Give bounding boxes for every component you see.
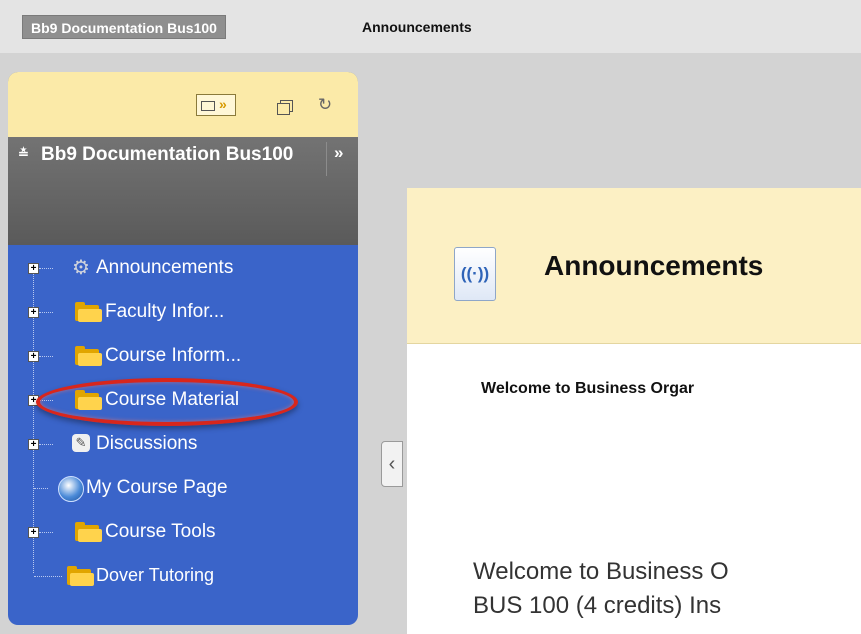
content-header: ((·)) Announcements	[407, 188, 861, 344]
tree-branch	[39, 356, 53, 357]
expand-node-icon[interactable]: +	[28, 395, 39, 406]
globe-icon	[58, 476, 88, 502]
menu-item-course-tools[interactable]: + Course Tools	[8, 511, 358, 555]
page-title: Announcements	[544, 250, 764, 281]
refresh-button[interactable]: ↻	[314, 94, 336, 116]
tree-branch	[39, 268, 53, 269]
menu-item-label: Discussions	[96, 433, 198, 454]
tree-branch	[39, 532, 53, 533]
menu-item-course-material[interactable]: + Course Material	[8, 379, 358, 423]
folder-icon	[72, 346, 102, 366]
folder-icon	[64, 566, 94, 586]
announcements-gear-icon: ⚙	[72, 257, 90, 279]
menu-item-faculty-information[interactable]: + Faculty Infor...	[8, 291, 358, 335]
menu-item-label: Dover Tutoring	[96, 565, 215, 585]
tree-branch	[39, 400, 53, 401]
open-in-window-button[interactable]	[276, 94, 298, 116]
breadcrumb-bar: Bb9 Documentation Bus100 Announcements	[0, 0, 861, 53]
expand-node-icon[interactable]: +	[28, 527, 39, 538]
chevron-left-icon: ‹	[388, 453, 396, 475]
menu-item-dover-tutoring[interactable]: Dover Tutoring	[8, 555, 358, 599]
course-menu: » ↻ ≛ Bb9 Documentation Bus100 » + ⚙ Ann…	[8, 72, 358, 625]
folder-view-icon	[201, 101, 215, 111]
new-window-icon-front	[277, 103, 290, 115]
course-title[interactable]: Bb9 Documentation Bus100	[41, 143, 301, 166]
folder-icon	[72, 302, 102, 322]
menu-item-label: Course Material	[105, 389, 240, 410]
menu-item-my-course-page[interactable]: My Course Page	[8, 467, 358, 511]
expand-node-icon[interactable]: +	[28, 439, 39, 450]
menu-item-label: Course Tools	[105, 521, 216, 542]
menu-item-course-information[interactable]: + Course Inform...	[8, 335, 358, 379]
content-area: ((·)) Announcements Welcome to Business …	[407, 188, 861, 634]
course-menu-toolbar: » ↻	[8, 72, 358, 137]
menu-item-announcements[interactable]: + ⚙ Announcements	[8, 247, 358, 291]
announcements-broadcast-icon: ((·))	[454, 247, 496, 301]
course-menu-tree: + ⚙ Announcements + Faculty Infor... + C…	[8, 245, 358, 625]
menu-item-label: Course Inform...	[105, 345, 242, 366]
menu-item-discussions[interactable]: + ✎ Discussions	[8, 423, 358, 467]
chevron-down-icon: »	[219, 96, 227, 112]
tree-branch	[39, 444, 53, 445]
header-divider	[326, 142, 327, 176]
collapse-sidebar-button[interactable]: ‹	[381, 441, 403, 487]
folder-icon	[72, 390, 102, 410]
welcome-body-line-2: BUS 100 (4 credits) Ins	[473, 592, 722, 619]
expand-node-icon[interactable]: +	[28, 263, 39, 274]
breadcrumb-course-link[interactable]: Bb9 Documentation Bus100	[22, 15, 226, 39]
welcome-heading: Welcome to Business Orgar	[481, 380, 695, 397]
expand-menu-icon[interactable]: »	[334, 143, 343, 163]
breadcrumb-current-page: Announcements	[362, 19, 472, 35]
menu-item-label: My Course Page	[86, 477, 228, 498]
course-menu-header: ≛ Bb9 Documentation Bus100 »	[8, 137, 358, 245]
discussions-icon: ✎	[64, 434, 94, 454]
folder-view-button[interactable]: »	[196, 94, 236, 116]
folder-icon	[72, 522, 102, 542]
tree-branch	[39, 312, 53, 313]
welcome-body-line-1: Welcome to Business O	[473, 558, 729, 585]
refresh-icon: ↻	[317, 95, 333, 114]
collapse-icon[interactable]: ≛	[18, 146, 29, 162]
tree-branch	[34, 576, 62, 577]
menu-item-label: Faculty Infor...	[105, 301, 225, 322]
expand-node-icon[interactable]: +	[28, 351, 39, 362]
menu-item-label: Announcements	[96, 257, 234, 278]
expand-node-icon[interactable]: +	[28, 307, 39, 318]
tree-branch	[34, 488, 48, 489]
